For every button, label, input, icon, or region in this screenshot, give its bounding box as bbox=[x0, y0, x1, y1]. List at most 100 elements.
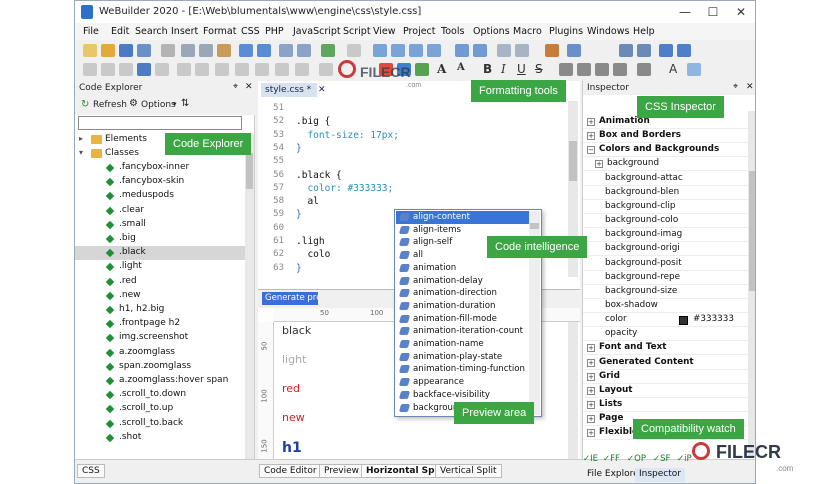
symbol-icon[interactable] bbox=[319, 63, 333, 76]
bookmark-icon[interactable] bbox=[455, 44, 469, 57]
tree-class-item[interactable]: .clear bbox=[75, 204, 245, 218]
anchor-icon[interactable] bbox=[101, 63, 115, 76]
font-size-down-icon[interactable]: A bbox=[457, 62, 465, 73]
underline-icon[interactable]: U bbox=[517, 62, 526, 76]
inspector-group[interactable]: + Font and Text bbox=[583, 341, 748, 356]
replace-icon[interactable] bbox=[297, 44, 311, 57]
autocomplete-item[interactable]: animation-duration bbox=[396, 300, 529, 313]
close-button[interactable]: ✕ bbox=[727, 3, 755, 21]
undo-icon[interactable] bbox=[239, 44, 253, 57]
tree-class-item[interactable]: .small bbox=[75, 218, 245, 232]
css-mode-badge[interactable]: CSS bbox=[77, 464, 105, 478]
inspector-property[interactable]: opacity bbox=[583, 327, 748, 342]
tree-class-item[interactable]: .black bbox=[75, 246, 245, 261]
print-icon[interactable] bbox=[161, 44, 175, 57]
autocomplete-item[interactable]: animation-fill-mode bbox=[396, 313, 529, 326]
expand-icon[interactable]: + bbox=[587, 132, 595, 141]
validate-icon[interactable] bbox=[545, 44, 559, 57]
menu-windows[interactable]: Windows bbox=[587, 26, 629, 37]
menu-view[interactable]: View bbox=[373, 26, 396, 37]
hr-icon[interactable] bbox=[235, 63, 249, 76]
align-left-icon[interactable] bbox=[559, 63, 573, 76]
tree-class-item[interactable]: img.screenshot bbox=[75, 331, 245, 345]
bullets-icon[interactable] bbox=[637, 63, 651, 76]
menu-script[interactable]: Script bbox=[343, 26, 371, 37]
autocomplete-item[interactable]: animation bbox=[396, 262, 529, 275]
menu-tools[interactable]: Tools bbox=[441, 26, 464, 37]
text-color-icon[interactable]: A bbox=[669, 62, 677, 76]
goto-icon[interactable] bbox=[473, 44, 487, 57]
inspector-group[interactable]: + Layout bbox=[583, 384, 748, 398]
color-swatch[interactable] bbox=[679, 316, 688, 326]
autocomplete-item[interactable]: align-items bbox=[396, 224, 529, 237]
menu-javascript[interactable]: JavaScript bbox=[293, 26, 341, 37]
justify-icon[interactable] bbox=[613, 63, 627, 76]
autocomplete-item[interactable]: animation-play-state bbox=[396, 351, 529, 364]
form-icon[interactable] bbox=[155, 63, 169, 76]
inspector-property[interactable]: background-size bbox=[583, 285, 748, 299]
align-right-icon[interactable] bbox=[595, 63, 609, 76]
scrollbar-thumb[interactable] bbox=[530, 223, 539, 229]
panel-close-icon[interactable]: ✕ bbox=[746, 82, 754, 92]
menu-search[interactable]: Search bbox=[135, 26, 168, 37]
maximize-button[interactable]: ☐ bbox=[699, 3, 727, 21]
code-line[interactable]: .big { bbox=[296, 116, 330, 127]
paragraph-icon[interactable] bbox=[195, 63, 209, 76]
tree-class-item[interactable]: .fancybox-inner bbox=[75, 161, 245, 175]
code-line[interactable]: color: #333333; bbox=[296, 183, 393, 194]
outdent-icon[interactable] bbox=[391, 44, 405, 57]
code-line[interactable]: } bbox=[296, 263, 302, 274]
tree-class-item[interactable]: .big bbox=[75, 232, 245, 246]
scrollbar-thumb[interactable] bbox=[246, 153, 253, 189]
code-explorer-search-input[interactable] bbox=[78, 116, 242, 130]
tab-style-css[interactable]: style.css * ✕ bbox=[261, 83, 326, 97]
inspector-property[interactable]: background-colo bbox=[583, 214, 748, 229]
expand-icon[interactable]: + bbox=[587, 358, 595, 367]
tree-class-item[interactable]: a.zoomglass:hover span bbox=[75, 374, 245, 388]
code-line[interactable]: } bbox=[296, 209, 302, 220]
font-size-up-icon[interactable]: A bbox=[437, 62, 446, 76]
find-icon[interactable] bbox=[279, 44, 293, 57]
compat-ip[interactable]: ✓iP bbox=[677, 454, 692, 464]
minimize-button[interactable]: — bbox=[671, 3, 699, 21]
new-file-icon[interactable] bbox=[83, 44, 97, 57]
menu-macro[interactable]: Macro bbox=[513, 26, 542, 37]
panel-close-icon[interactable]: ✕ bbox=[245, 82, 253, 92]
autocomplete-item[interactable]: appearance bbox=[396, 376, 529, 389]
pin-icon[interactable]: ⌖ bbox=[733, 82, 738, 92]
expand-icon[interactable]: + bbox=[587, 386, 595, 395]
bold-icon[interactable]: B bbox=[483, 62, 492, 76]
tab-inspector[interactable]: Inspector bbox=[635, 468, 685, 482]
toolbar-gap-icon[interactable] bbox=[347, 44, 361, 57]
autocomplete-item[interactable]: backface-visibility bbox=[396, 389, 529, 402]
code-explorer-scrollbar[interactable] bbox=[245, 133, 254, 459]
menu-insert[interactable]: Insert bbox=[171, 26, 198, 37]
menu-file[interactable]: File bbox=[83, 26, 99, 37]
macro-play-icon[interactable] bbox=[515, 44, 529, 57]
expand-icon[interactable]: + bbox=[587, 344, 595, 353]
inspector-property[interactable]: background-repe bbox=[583, 271, 748, 285]
span-icon[interactable] bbox=[275, 63, 289, 76]
tree-class-item[interactable]: h1, h2.big bbox=[75, 303, 245, 317]
autocomplete-item[interactable]: animation-iteration-count bbox=[396, 325, 529, 338]
comment-icon[interactable] bbox=[409, 44, 423, 57]
tree-class-item[interactable]: .red bbox=[75, 275, 245, 289]
code-line[interactable]: colo bbox=[296, 249, 330, 260]
tab-vertical-split[interactable]: Vertical Split bbox=[435, 464, 502, 478]
menu-project[interactable]: Project bbox=[403, 26, 436, 37]
compat-op[interactable]: ✓OP bbox=[627, 454, 646, 464]
break-icon[interactable] bbox=[215, 63, 229, 76]
inspector-group[interactable]: + Box and Borders bbox=[583, 129, 748, 144]
split-view-icon[interactable] bbox=[677, 44, 691, 57]
tree-class-item[interactable]: .scroll_to.back bbox=[75, 417, 245, 431]
code-line[interactable]: font-size: 17px; bbox=[296, 130, 399, 141]
menu-php[interactable]: PHP bbox=[265, 26, 284, 37]
run-icon[interactable] bbox=[321, 44, 335, 57]
tree-class-item[interactable]: span.zoomglass bbox=[75, 360, 245, 374]
window-layout-icon[interactable] bbox=[659, 44, 673, 57]
autocomplete-item[interactable]: align-content bbox=[396, 211, 529, 224]
autocomplete-item[interactable]: animation-name bbox=[396, 338, 529, 351]
compat-ff[interactable]: ✓FF bbox=[603, 454, 620, 464]
menu-help[interactable]: Help bbox=[633, 26, 655, 37]
tree-class-item[interactable]: a.zoomglass bbox=[75, 346, 245, 360]
